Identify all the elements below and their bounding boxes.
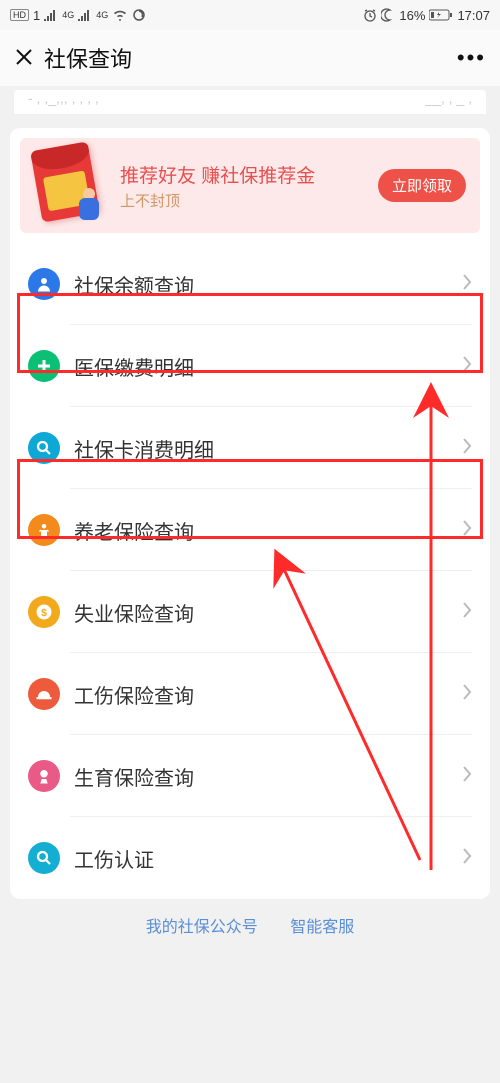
battery-pct: 16% [399,8,425,23]
user-icon [28,268,60,300]
item-label: 社保余额查询 [74,270,462,299]
top-hint-left: - , ,_,,, , , , , [28,90,425,106]
item-label: 养老保险查询 [74,516,462,545]
chevron-right-icon [462,765,472,788]
promo-text: 推荐好友 赚社保推荐金 上不封顶 [120,161,378,211]
promo-title: 推荐好友 赚社保推荐金 [120,161,378,188]
swirl-icon [132,8,146,22]
sim-indicator: 1 [33,8,40,23]
footer-links: 我的社保公众号 智能客服 [0,899,500,951]
item-label: 失业保险查询 [74,598,462,627]
item-label: 工伤保险查询 [74,680,462,709]
claim-button[interactable]: 立即领取 [378,169,466,202]
hardhat-icon [28,678,60,710]
search-icon [28,842,60,874]
status-left: HD 1 4G 4G [10,8,146,23]
main-card: 推荐好友 赚社保推荐金 上不封顶 立即领取 社保余额查询 医保缴费明细 社保卡消… [10,128,490,899]
list-item[interactable]: 工伤保险查询 [10,653,490,735]
signal-icon [44,9,58,21]
nav-bar: 社保查询 ••• [0,30,500,86]
items-list: 社保余额查询 医保缴费明细 社保卡消费明细 养老保险查询 $ 失业保险查询 工伤… [10,243,490,899]
net1-label: 4G [62,10,74,20]
item-label: 生育保险查询 [74,762,462,791]
alarm-icon [363,8,377,22]
battery-icon [429,9,453,21]
promo-title-a: 推荐好友 [120,166,201,187]
item-label: 工伤认证 [74,844,462,873]
svg-text:$: $ [41,607,47,619]
list-item[interactable]: 养老保险查询 [10,489,490,571]
more-icon[interactable]: ••• [457,45,486,71]
list-item[interactable]: 社保卡消费明细 [10,407,490,489]
status-bar: HD 1 4G 4G 16% 17:07 [0,0,500,30]
promo-title-b: 赚社保推荐金 [201,166,315,187]
coin-icon: $ [28,596,60,628]
net2-label: 4G [96,10,108,20]
baby-icon [28,760,60,792]
list-item[interactable]: $ 失业保险查询 [10,571,490,653]
hd-badge: HD [10,9,29,21]
moon-icon [381,8,395,22]
person-icon [75,188,105,228]
promo-banner[interactable]: 推荐好友 赚社保推荐金 上不封顶 立即领取 [20,138,480,233]
page-title: 社保查询 [44,42,457,74]
close-icon[interactable] [14,43,44,74]
item-label: 医保缴费明细 [74,352,462,381]
chevron-right-icon [462,519,472,542]
wifi-icon [112,9,128,21]
chevron-right-icon [462,847,472,870]
promo-illustration [20,138,120,233]
person-icon [28,514,60,546]
signal2-icon [78,9,92,21]
item-label: 社保卡消费明细 [74,434,462,463]
list-item[interactable]: 生育保险查询 [10,735,490,817]
chevron-right-icon [462,355,472,378]
list-item[interactable]: 社保余额查询 [10,243,490,325]
plus-icon [28,350,60,382]
top-hint-right: __, , _ , [425,90,472,106]
list-item[interactable]: 医保缴费明细 [10,325,490,407]
list-item[interactable]: 工伤认证 [10,817,490,899]
search-icon [28,432,60,464]
status-right: 16% 17:07 [363,8,490,23]
footer-link-account[interactable]: 我的社保公众号 [146,919,258,936]
chevron-right-icon [462,683,472,706]
chevron-right-icon [462,273,472,296]
top-hint: - , ,_,,, , , , , __, , _ , [14,90,486,114]
promo-subtitle: 上不封顶 [120,190,378,211]
chevron-right-icon [462,437,472,460]
footer-link-service[interactable]: 智能客服 [290,919,354,936]
time-label: 17:07 [457,8,490,23]
chevron-right-icon [462,601,472,624]
